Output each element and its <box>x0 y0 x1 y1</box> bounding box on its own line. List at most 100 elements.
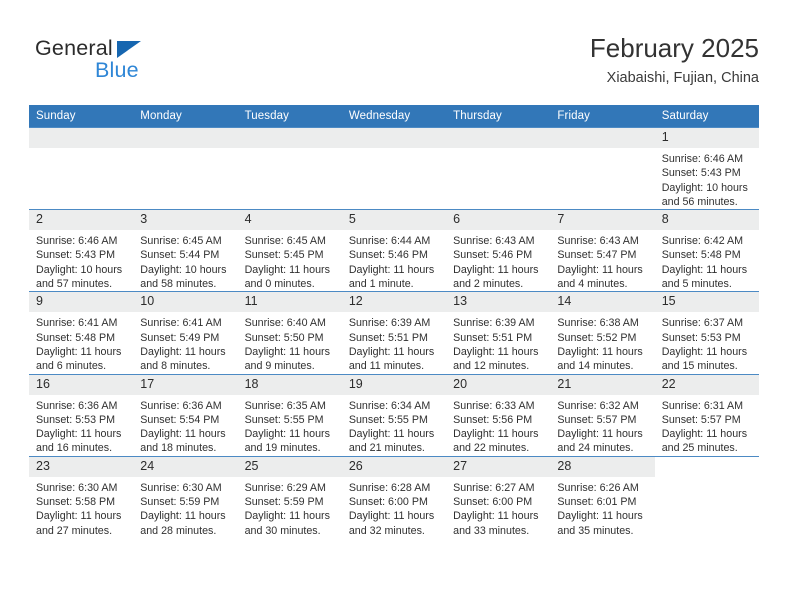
calendar-body: 1 Sunrise: 6:46 AM Sunset: 5:43 PM Daylight… <box>29 126 759 538</box>
day-daylight-line-text: Daylight: 11 hours <box>661 428 748 441</box>
day-sunrise-text: Sunrise: 6:45 AM <box>140 235 222 248</box>
calendar-day-cell[interactable]: 24 Sunrise: 6:30 AM Sunset: 5:59 PM Dayligh… <box>133 455 238 538</box>
day-number: 17 <box>133 374 238 395</box>
day-sun-info: Sunrise: 6:41 AM Sunset: 5:48 PM Daylight:… <box>29 312 133 373</box>
day-sunrise-text: Sunrise: 6:36 AM <box>140 399 222 412</box>
day-daylight-line-text: Daylight: 11 hours <box>140 510 226 523</box>
day-daylight-line-text: and 15 minutes. <box>661 360 738 373</box>
day-number: 20 <box>446 374 551 395</box>
day-sunset-text: Sunset: 5:57 PM <box>557 413 637 426</box>
day-number: 28 <box>550 456 655 477</box>
day-sunrise-text: Sunrise: 6:33 AM <box>453 399 535 412</box>
day-sun-info: Sunrise: 6:36 AM Sunset: 5:54 PM Daylight:… <box>133 395 237 456</box>
day-sunset-text: Sunset: 5:43 PM <box>36 249 116 262</box>
calendar-empty-cell <box>446 126 551 210</box>
day-number: 7 <box>550 210 655 231</box>
calendar-day-cell[interactable]: 1 Sunrise: 6:46 AM Sunset: 5:43 PM Daylight… <box>654 126 759 210</box>
day-daylight-line-text: and 58 minutes. <box>140 278 217 291</box>
calendar-day-cell[interactable]: 20 Sunrise: 6:33 AM Sunset: 5:56 PM Dayligh… <box>446 373 551 457</box>
day-sun-info: Sunrise: 6:30 AM Sunset: 5:58 PM Daylight:… <box>29 477 133 538</box>
day-sunrise-text: Sunrise: 6:44 AM <box>348 235 431 248</box>
weekday-header-tuesday: Tuesday <box>237 105 342 128</box>
day-daylight-line-text: and 24 minutes. <box>557 442 634 455</box>
day-daylight-line-text: Daylight: 11 hours <box>453 428 539 441</box>
day-sun-info: Sunrise: 6:43 AM Sunset: 5:46 PM Daylight:… <box>446 230 550 291</box>
calendar-day-cell[interactable]: 28 Sunrise: 6:26 AM Sunset: 6:01 PM Dayligh… <box>550 455 655 538</box>
calendar-day-cell[interactable]: 9 Sunrise: 6:41 AM Sunset: 5:48 PM Daylight… <box>29 291 134 375</box>
calendar-day-cell[interactable]: 12 Sunrise: 6:39 AM Sunset: 5:51 PM Dayligh… <box>341 291 447 375</box>
day-daylight-line-text: and 25 minutes. <box>661 442 738 455</box>
calendar-day-cell[interactable]: 4 Sunrise: 6:45 AM Sunset: 5:45 PM Daylight… <box>237 209 342 292</box>
calendar-day-cell[interactable]: 26 Sunrise: 6:28 AM Sunset: 6:00 PM Dayligh… <box>341 455 447 538</box>
day-sunset-text: Sunset: 5:59 PM <box>140 496 220 509</box>
day-daylight-line-text: and 6 minutes. <box>36 360 107 373</box>
calendar-day-cell[interactable]: 22 Sunrise: 6:31 AM Sunset: 5:57 PM Dayligh… <box>654 373 759 457</box>
day-sunset-text: Sunset: 5:58 PM <box>36 496 116 509</box>
day-sun-info: Sunrise: 6:44 AM Sunset: 5:46 PM Daylight:… <box>342 230 446 291</box>
day-number: 8 <box>654 210 759 231</box>
calendar-day-cell[interactable]: 16 Sunrise: 6:36 AM Sunset: 5:53 PM Dayligh… <box>29 373 134 457</box>
day-sunset-text: Sunset: 5:53 PM <box>36 413 116 426</box>
day-number: 18 <box>237 374 342 395</box>
calendar-day-cell[interactable]: 14 Sunrise: 6:38 AM Sunset: 5:52 PM Dayligh… <box>550 291 655 375</box>
day-daylight-line-text: Daylight: 10 hours <box>36 263 123 276</box>
calendar-day-cell[interactable]: 18 Sunrise: 6:35 AM Sunset: 5:55 PM Dayligh… <box>237 373 342 457</box>
day-sun-info: Sunrise: 6:34 AM Sunset: 5:55 PM Daylight:… <box>342 395 446 456</box>
calendar-empty-cell <box>237 126 342 210</box>
day-daylight-line-text: Daylight: 11 hours <box>348 510 435 523</box>
day-sunrise-text: Sunrise: 6:34 AM <box>348 399 431 412</box>
day-daylight-line-text: Daylight: 11 hours <box>557 510 643 523</box>
calendar-day-cell[interactable]: 27 Sunrise: 6:27 AM Sunset: 6:00 PM Dayligh… <box>446 455 551 538</box>
day-daylight-line-text: and 2 minutes. <box>453 278 524 291</box>
calendar-day-cell[interactable]: 6 Sunrise: 6:43 AM Sunset: 5:46 PM Daylight… <box>446 209 551 292</box>
day-daylight-line-text: Daylight: 10 hours <box>661 181 748 194</box>
calendar-day-cell[interactable]: 11 Sunrise: 6:40 AM Sunset: 5:50 PM Dayligh… <box>237 291 342 375</box>
day-sunset-text: Sunset: 5:50 PM <box>244 331 324 344</box>
day-daylight-line-text: Daylight: 11 hours <box>244 428 330 441</box>
calendar-day-cell[interactable]: 3 Sunrise: 6:45 AM Sunset: 5:44 PM Daylight… <box>133 209 238 292</box>
day-sunrise-text: Sunrise: 6:43 AM <box>557 235 639 248</box>
day-sun-info: Sunrise: 6:45 AM Sunset: 5:45 PM Daylight:… <box>238 230 342 291</box>
day-number: 24 <box>133 456 238 477</box>
weekday-header-row: Sunday Monday Tuesday Wednesday Thursday… <box>29 105 759 128</box>
calendar-day-cell[interactable]: 7 Sunrise: 6:43 AM Sunset: 5:47 PM Daylight… <box>550 209 655 292</box>
day-number: 21 <box>550 374 655 395</box>
calendar-day-cell[interactable]: 10 Sunrise: 6:41 AM Sunset: 5:49 PM Dayligh… <box>133 291 238 375</box>
calendar-day-cell[interactable]: 17 Sunrise: 6:36 AM Sunset: 5:54 PM Dayligh… <box>133 373 238 457</box>
day-number: 2 <box>29 210 134 231</box>
calendar-day-cell[interactable]: 19 Sunrise: 6:34 AM Sunset: 5:55 PM Dayligh… <box>341 373 447 457</box>
day-daylight-line-text: Daylight: 11 hours <box>36 345 122 358</box>
day-daylight-line-text: and 19 minutes. <box>244 442 321 455</box>
day-sunrise-text: Sunrise: 6:42 AM <box>661 235 744 248</box>
day-number: 11 <box>237 292 342 313</box>
day-sun-info: Sunrise: 6:26 AM Sunset: 6:01 PM Daylight:… <box>550 477 654 538</box>
title-block: February 2025 Xiabaishi, Fujian, China <box>590 32 759 88</box>
calendar-day-cell[interactable]: 21 Sunrise: 6:32 AM Sunset: 5:57 PM Dayligh… <box>550 373 655 457</box>
calendar-day-cell[interactable]: 2 Sunrise: 6:46 AM Sunset: 5:43 PM Daylight… <box>29 209 134 292</box>
day-daylight-line-text: and 33 minutes. <box>453 524 530 537</box>
day-sunrise-text: Sunrise: 6:40 AM <box>244 317 326 330</box>
day-daylight-line-text: Daylight: 11 hours <box>140 345 226 358</box>
day-number: 3 <box>133 210 238 231</box>
calendar-day-cell[interactable]: 25 Sunrise: 6:29 AM Sunset: 5:59 PM Dayligh… <box>237 455 342 538</box>
day-sunset-text: Sunset: 5:55 PM <box>244 413 324 426</box>
day-daylight-line-text: and 27 minutes. <box>36 524 113 537</box>
day-sunrise-text: Sunrise: 6:32 AM <box>557 399 639 412</box>
calendar-day-cell[interactable]: 23 Sunrise: 6:30 AM Sunset: 5:58 PM Dayligh… <box>29 455 134 538</box>
calendar-day-cell[interactable]: 15 Sunrise: 6:37 AM Sunset: 5:53 PM Dayligh… <box>654 291 759 375</box>
day-daylight-line-text: and 35 minutes. <box>557 524 634 537</box>
general-blue-logo[interactable]: General Blue <box>35 36 235 90</box>
day-sunrise-text: Sunrise: 6:28 AM <box>348 481 431 494</box>
page-subtitle: Xiabaishi, Fujian, China <box>606 70 759 86</box>
calendar-day-cell[interactable]: 13 Sunrise: 6:39 AM Sunset: 5:51 PM Dayligh… <box>446 291 551 375</box>
calendar-day-cell[interactable]: 8 Sunrise: 6:42 AM Sunset: 5:48 PM Daylight… <box>654 209 759 292</box>
day-sunset-text: Sunset: 5:44 PM <box>140 249 220 262</box>
day-sunrise-text: Sunrise: 6:43 AM <box>453 235 535 248</box>
calendar-empty-cell <box>133 126 238 210</box>
day-sunset-text: Sunset: 6:00 PM <box>348 496 428 509</box>
calendar-week-row: 23 Sunrise: 6:30 AM Sunset: 5:58 PM Dayligh… <box>29 455 759 538</box>
empty-day-band <box>550 128 655 148</box>
calendar-day-cell[interactable]: 5 Sunrise: 6:44 AM Sunset: 5:46 PM Daylight… <box>341 209 447 292</box>
day-sunrise-text: Sunrise: 6:38 AM <box>557 317 639 330</box>
day-daylight-line-text: and 28 minutes. <box>140 524 217 537</box>
